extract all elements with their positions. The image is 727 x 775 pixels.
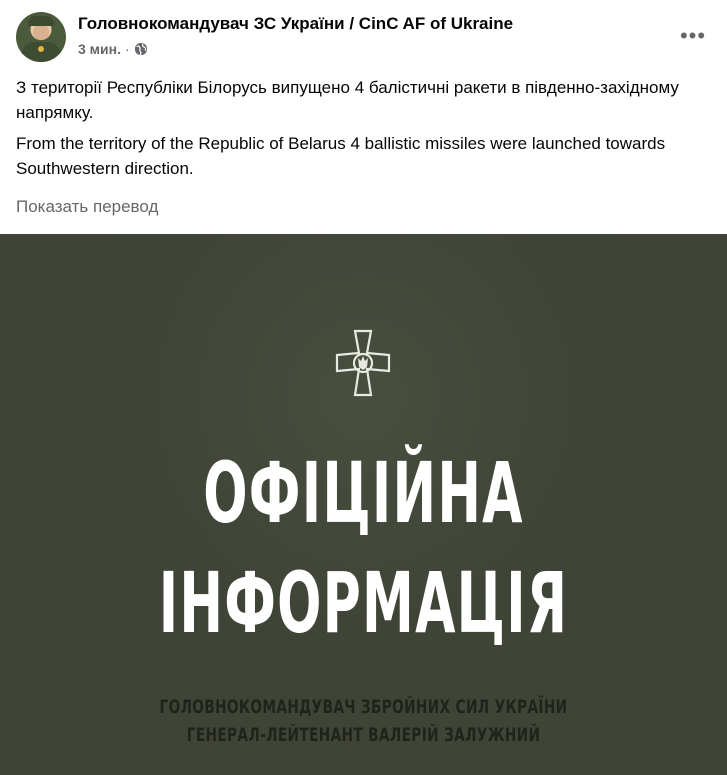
facebook-post: Головнокомандувач ЗС України / CinC AF o… (0, 0, 727, 775)
more-options-icon[interactable]: ••• (675, 18, 711, 54)
show-translation-link[interactable]: Показать перевод (16, 197, 158, 217)
globe-icon (134, 42, 148, 56)
post-text: З території Республіки Білорусь випущено… (16, 75, 706, 187)
avatar[interactable] (16, 12, 66, 62)
meta-separator: · (124, 41, 130, 57)
post-meta: 3 мин. · (78, 41, 148, 57)
post-text-ukrainian: З території Республіки Білорусь випущено… (16, 78, 679, 122)
signature-line-2: ГЕНЕРАЛ-ЛЕЙТЕНАНТ ВАЛЕРІЙ ЗАЛУЖНИЙ (186, 724, 541, 746)
armed-forces-cross-icon (335, 329, 391, 397)
post-image[interactable]: ОФІЦІЙНА ІНФОРМАЦІЯ ГОЛОВНОКОМАНДУВАЧ ЗБ… (0, 234, 727, 775)
headline-line-2: ІНФОРМАЦІЯ (158, 554, 569, 652)
page-name-link[interactable]: Головнокомандувач ЗС України / CinC AF o… (78, 14, 513, 34)
signature-line-1: ГОЛОВНОКОМАНДУВАЧ ЗБРОЙНИХ СИЛ УКРАЇНИ (159, 696, 568, 718)
post-header: Головнокомандувач ЗС України / CinC AF o… (16, 12, 711, 64)
headline-line-1: ОФІЦІЙНА (203, 444, 524, 542)
post-timestamp[interactable]: 3 мин. (78, 41, 121, 57)
post-text-english: From the territory of the Republic of Be… (16, 134, 666, 178)
